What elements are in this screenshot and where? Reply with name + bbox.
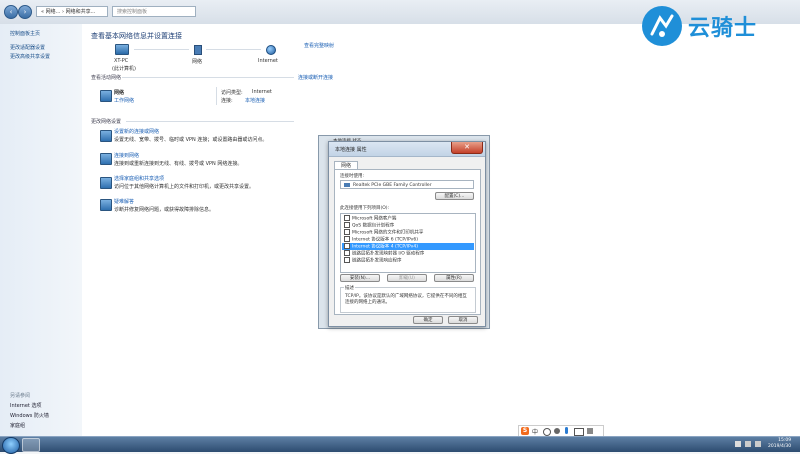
computer-icon <box>115 44 129 55</box>
close-icon[interactable]: ✕ <box>451 142 483 154</box>
description-group: 描述 TCP/IP。该协议是默认的广域网络协议，它提供在不同的相互连接的网络上的… <box>340 285 476 313</box>
checkbox-icon[interactable] <box>344 257 350 263</box>
homegroup-link[interactable]: 家庭组 <box>10 422 25 429</box>
checkbox-icon[interactable] <box>344 215 350 221</box>
description-title: 描述 <box>344 285 355 291</box>
ime-mode[interactable]: 中 <box>532 427 538 436</box>
internet-options-link[interactable]: Internet 选项 <box>10 402 41 409</box>
list-item[interactable]: Microsoft 网络客户端 <box>342 215 474 222</box>
checkbox-icon[interactable] <box>344 243 350 249</box>
map-network-label: 网络 <box>192 59 203 65</box>
items-label: 此连接使用下列项目(O): <box>340 206 390 211</box>
taskbar: 15:09 2019/4/30 <box>0 436 800 454</box>
network-type-link[interactable]: 工作网络 <box>114 97 134 104</box>
section-divider <box>126 121 294 122</box>
task-connect-network-desc: 连接到或重新连接到无线、有线、拨号或 VPN 网络连接。 <box>114 161 243 167</box>
taskbar-explorer-icon[interactable] <box>22 438 40 452</box>
adapter-name: Realtek PCIe GBE Family Controller <box>353 183 432 188</box>
work-network-icon <box>100 90 112 102</box>
checkbox-icon[interactable] <box>344 222 350 228</box>
start-button[interactable] <box>2 437 20 454</box>
new-connection-icon <box>100 130 112 142</box>
checkbox-icon[interactable] <box>344 236 350 242</box>
local-connection-link[interactable]: 本地连接 <box>245 97 265 104</box>
control-panel-home-link[interactable]: 控制面板主页 <box>10 30 40 37</box>
keyboard-icon[interactable] <box>574 428 584 436</box>
dialog-tab-panel: 连接时使用: Realtek PCIe GBE Family Controlle… <box>334 169 481 315</box>
taskbar-clock[interactable]: 15:09 2019/4/30 <box>768 438 791 450</box>
change-adapter-settings-link[interactable]: 更改适配器设置 <box>10 44 45 51</box>
active-network-name: 网络 <box>114 90 125 96</box>
yunqishi-logo-icon <box>642 6 682 46</box>
task-new-connection-desc: 设置无线、宽带、拨号、临时或 VPN 连接；或设置路由器或访问点。 <box>114 137 268 143</box>
windows-firewall-link[interactable]: Windows 防火墙 <box>10 412 49 419</box>
configure-button[interactable]: 配置(C)... <box>435 192 474 200</box>
change-settings-title: 更改网络设置 <box>91 119 122 125</box>
emoji-icon[interactable] <box>554 428 560 434</box>
list-item[interactable]: QoS 数据包计划程序 <box>342 222 474 229</box>
address-field[interactable]: « 网络... › 网络和共享... <box>36 6 108 17</box>
map-link-line <box>206 49 261 50</box>
clock-date: 2019/4/30 <box>768 444 792 449</box>
dialog-title: 本地连接 属性 <box>335 147 367 153</box>
access-type-label: 访问类型: <box>221 90 243 96</box>
network-icon <box>194 45 202 55</box>
list-item[interactable]: 链路层拓扑发现响应程序 <box>342 257 474 264</box>
ok-button[interactable]: 确定 <box>413 316 443 324</box>
connect-network-icon <box>100 153 112 165</box>
map-internet-label: Internet <box>258 58 278 64</box>
connect-using-label: 连接时使用: <box>340 174 365 179</box>
task-troubleshoot-desc: 诊断并修复网络问题，或获得故障排除信息。 <box>114 207 215 213</box>
uninstall-button: 卸载(U) <box>387 274 427 282</box>
map-pc-name: XT-PC <box>114 58 129 64</box>
section-divider <box>122 77 294 78</box>
left-navigation-pane: 控制面板主页 更改适配器设置 更改高级共享设置 另请参阅 Internet 选项… <box>0 24 83 436</box>
task-connect-network-link[interactable]: 连接到网络 <box>114 152 139 159</box>
page-title: 查看基本网络信息并设置连接 <box>91 32 182 40</box>
see-also-title: 另请参阅 <box>10 393 31 399</box>
connect-disconnect-link[interactable]: 连接或断开连接 <box>298 74 333 81</box>
skin-icon[interactable] <box>587 428 593 434</box>
tray-flag-icon[interactable] <box>735 441 741 447</box>
back-icon[interactable]: ‹ <box>4 5 18 19</box>
task-homegroup-desc: 访问位于其他网络计算机上的文件和打印机，或更改共享设置。 <box>114 184 255 190</box>
install-button[interactable]: 安装(N)... <box>340 274 380 282</box>
forward-icon[interactable]: › <box>18 5 32 19</box>
map-link-line <box>134 49 189 50</box>
properties-button[interactable]: 属性(R) <box>434 274 474 282</box>
checkbox-icon[interactable] <box>344 250 350 256</box>
map-pc-sub: (此计算机) <box>112 66 136 72</box>
tray-network-icon[interactable] <box>745 441 751 447</box>
microphone-icon[interactable] <box>565 427 568 434</box>
components-list[interactable]: Microsoft 网络客户端 QoS 数据包计划程序 Microsoft 网络… <box>340 213 476 273</box>
dialog-titlebar[interactable]: 本地连接 属性 ✕ <box>329 142 485 157</box>
task-homegroup-link[interactable]: 选择家庭组和共享选项 <box>114 175 164 182</box>
cancel-button[interactable]: 取消 <box>448 316 478 324</box>
task-new-connection-link[interactable]: 设置新的连接或网络 <box>114 128 159 135</box>
properties-dialog: 本地连接 属性 ✕ 网络 连接时使用: Realtek PCIe GBE Fam… <box>328 141 486 327</box>
list-item[interactable]: Internet 协议版本 6 (TCP/IPv6) <box>342 236 474 243</box>
watermark-text: 云骑士 <box>688 16 758 41</box>
task-troubleshoot-link[interactable]: 疑难解答 <box>114 198 134 205</box>
change-advanced-sharing-link[interactable]: 更改高级共享设置 <box>10 53 50 60</box>
connections-label: 连接: <box>221 98 233 104</box>
search-input[interactable]: 搜索控制面板 <box>112 6 196 17</box>
active-networks-title: 查看活动网络 <box>91 75 122 81</box>
description-text: TCP/IP。该协议是默认的广域网络协议，它提供在不同的相互连接的网络上的通讯。 <box>345 294 467 305</box>
access-type-value: Internet <box>252 89 272 95</box>
adapter-name-field: Realtek PCIe GBE Family Controller <box>340 180 474 189</box>
troubleshoot-icon <box>100 199 112 211</box>
view-full-map-link[interactable]: 查看完整映射 <box>304 42 334 49</box>
vertical-divider <box>216 87 217 105</box>
adapter-icon <box>344 183 350 187</box>
list-item[interactable]: Microsoft 网络的文件和打印机共享 <box>342 229 474 236</box>
checkbox-icon[interactable] <box>344 229 350 235</box>
sogou-logo-icon: S <box>521 427 529 435</box>
list-item[interactable]: 链路层拓扑发现映射器 I/O 驱动程序 <box>342 250 474 257</box>
list-item-selected[interactable]: Internet 协议版本 4 (TCP/IPv4) <box>342 243 474 250</box>
punctuation-icon[interactable] <box>543 428 551 436</box>
homegroup-icon <box>100 177 112 189</box>
tray-volume-icon[interactable] <box>755 441 761 447</box>
internet-globe-icon <box>266 45 276 55</box>
